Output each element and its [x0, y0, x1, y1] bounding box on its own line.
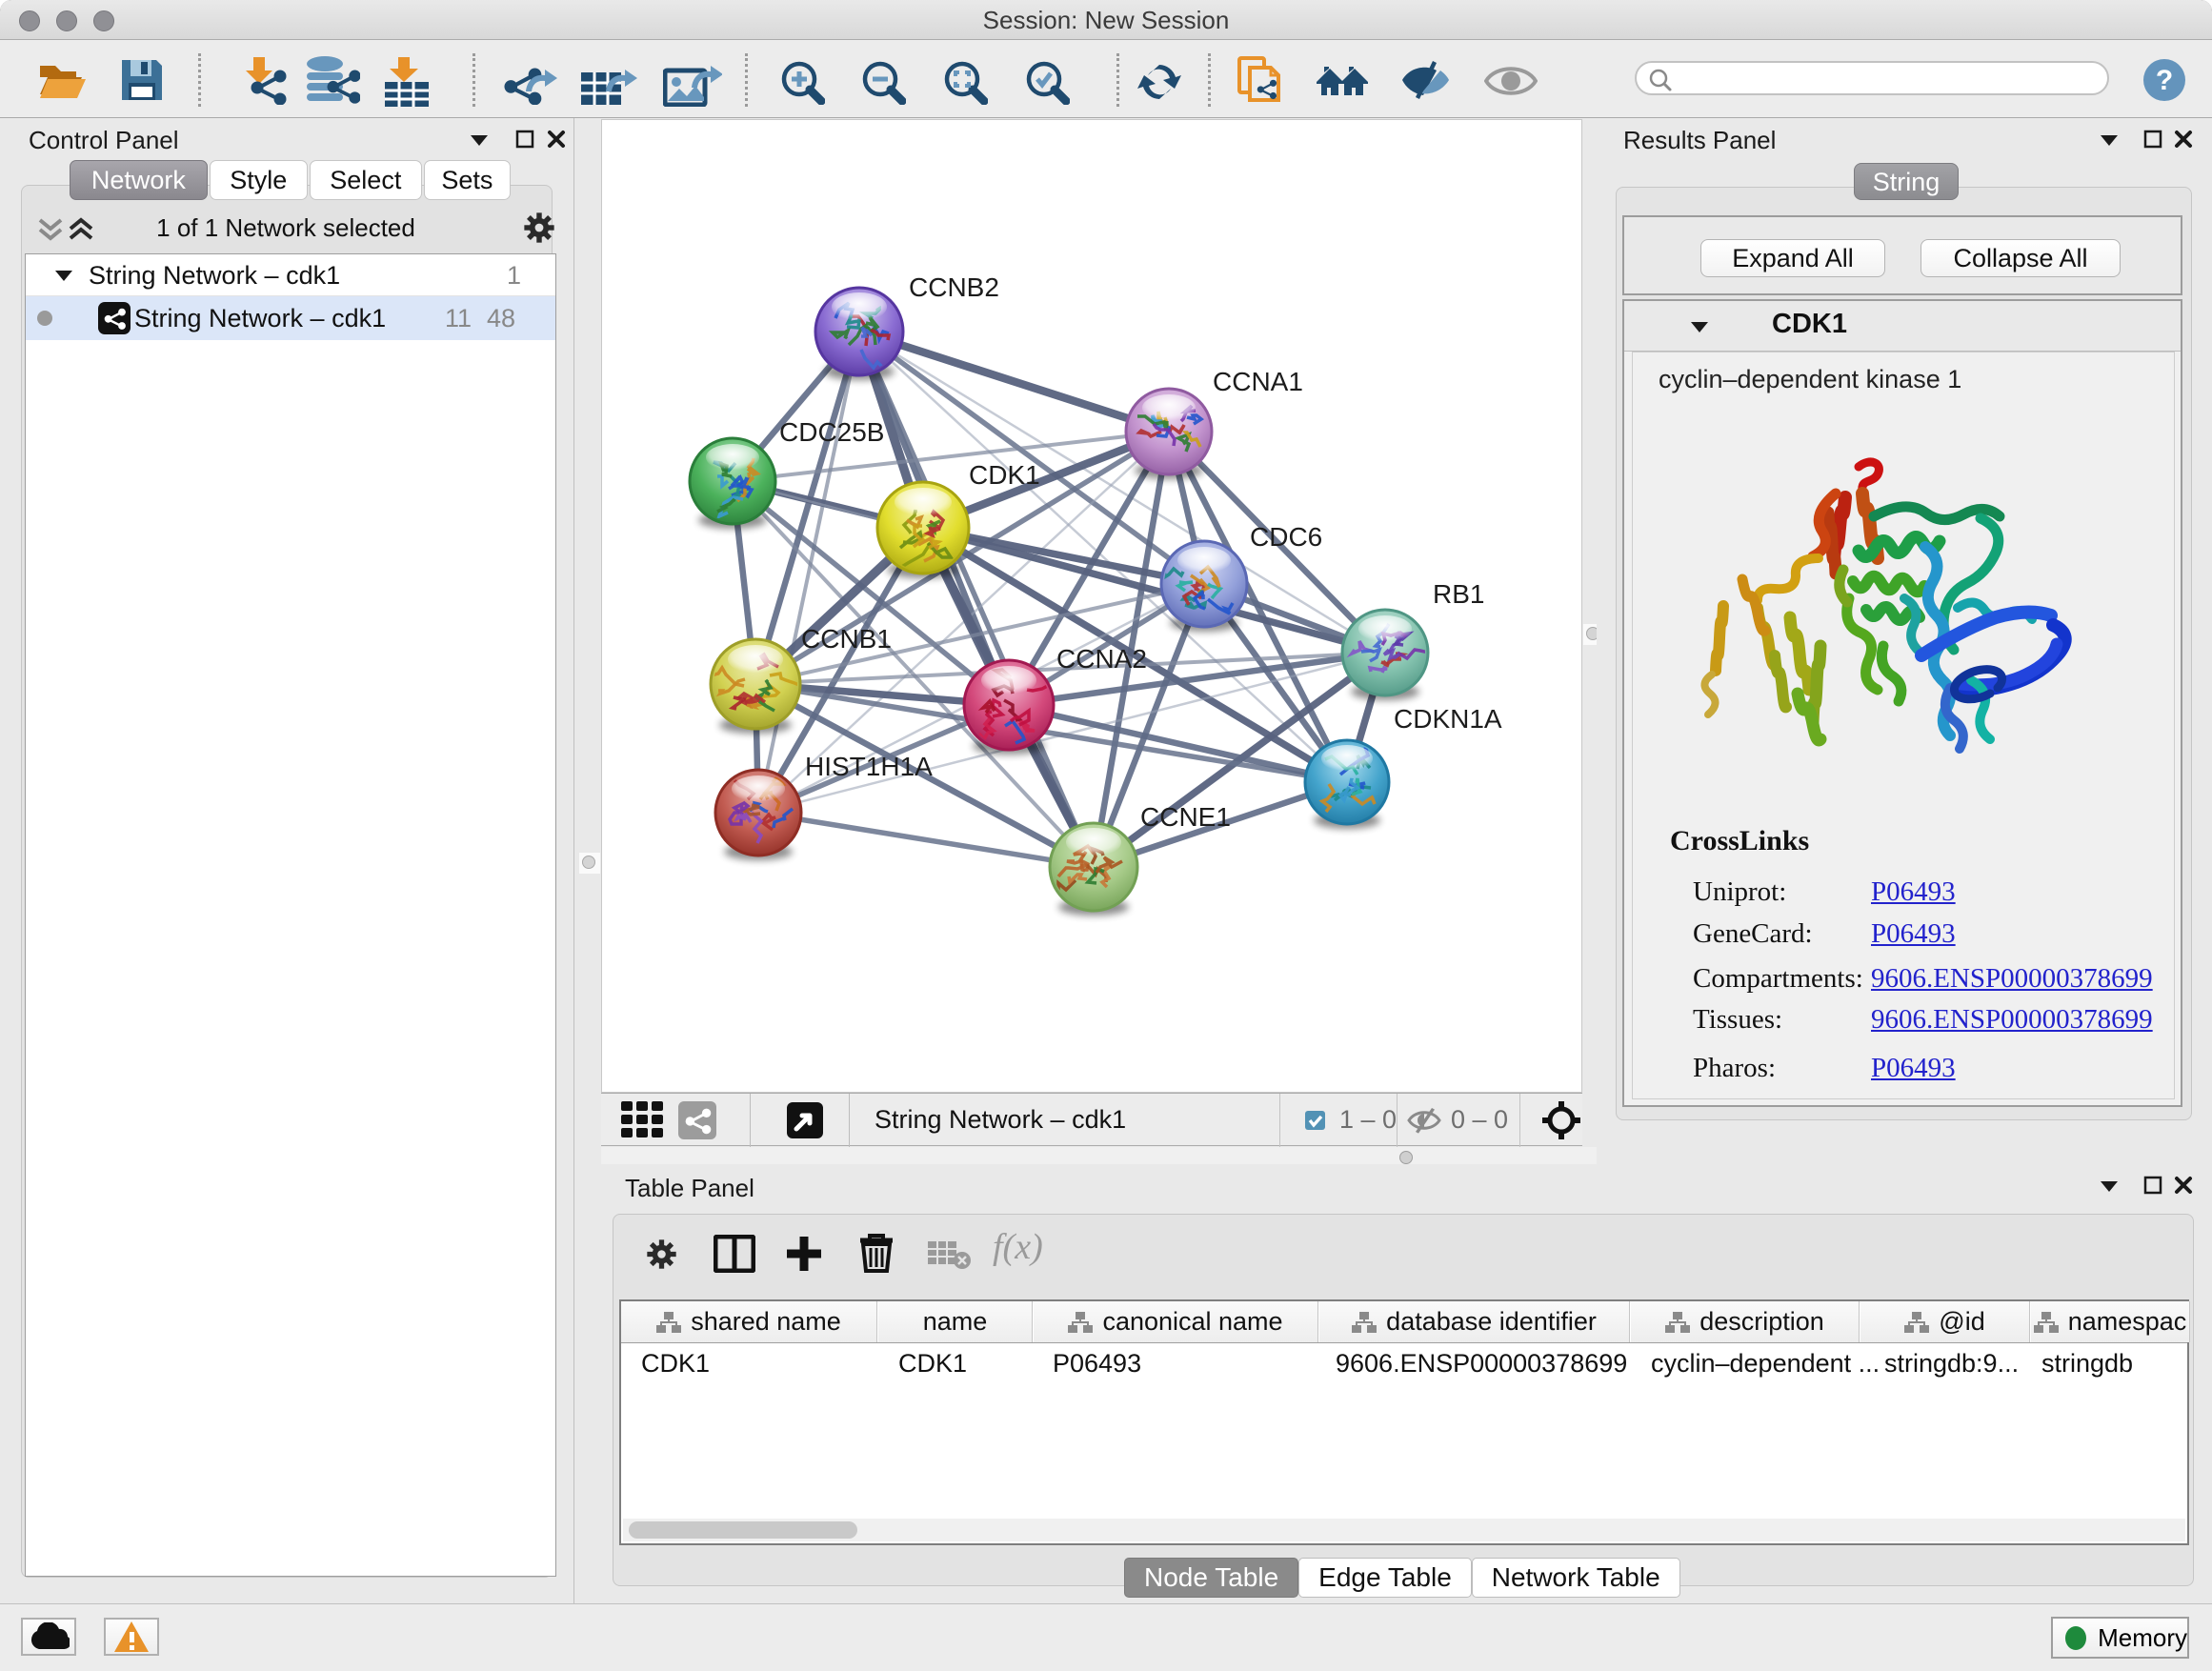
- svg-text:RB1: RB1: [1433, 579, 1484, 609]
- svg-text:CCNA1: CCNA1: [1213, 367, 1303, 396]
- svg-text:CCNB2: CCNB2: [909, 272, 999, 302]
- svg-text:?: ?: [2156, 65, 2173, 96]
- svg-text:CDKN1A: CDKN1A: [1394, 704, 1502, 734]
- svg-text:CCNB1: CCNB1: [801, 624, 892, 654]
- svg-text:CDK1: CDK1: [969, 460, 1040, 490]
- svg-text:CDC25B: CDC25B: [779, 417, 884, 447]
- svg-text:CCNE1: CCNE1: [1140, 802, 1231, 832]
- svg-text:CCNA2: CCNA2: [1056, 644, 1147, 674]
- svg-text:CDC6: CDC6: [1250, 522, 1322, 552]
- svg-text:HIST1H1A: HIST1H1A: [805, 752, 933, 781]
